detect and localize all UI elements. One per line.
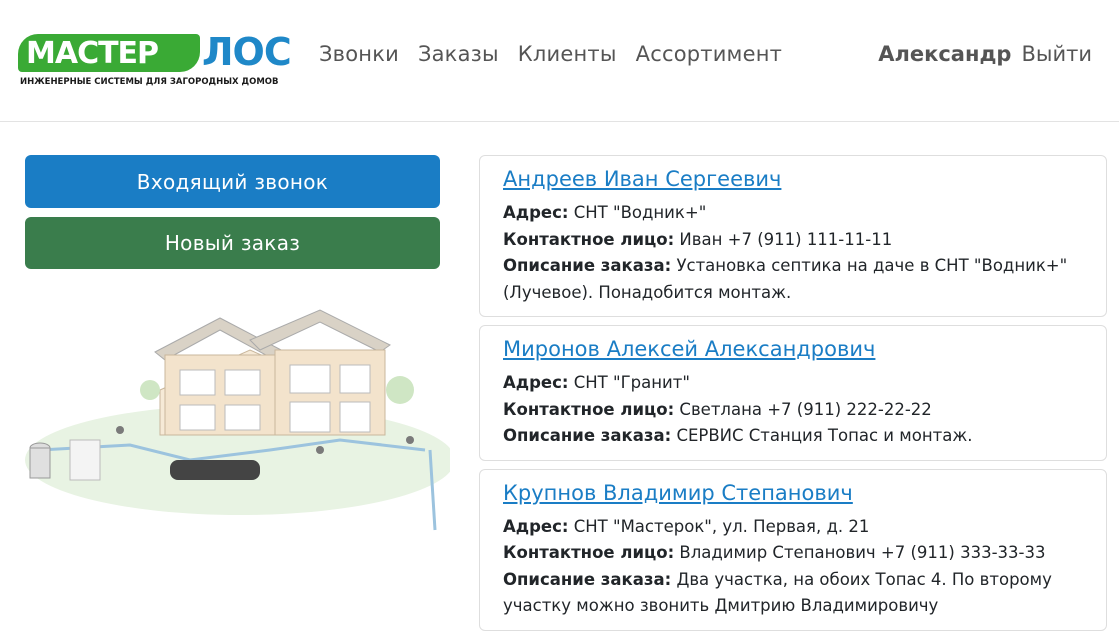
- description-label: Описание заказа:: [503, 426, 672, 445]
- incoming-call-button[interactable]: Входящий звонок: [25, 155, 440, 208]
- header: МАСТЕР ЛОС ИНЖЕНЕРНЫЕ СИСТЕМЫ ДЛЯ ЗАГОРО…: [0, 0, 1119, 122]
- logo-brand-right: ЛОС: [202, 30, 292, 74]
- main-nav: Звонки Заказы Клиенты Ассортимент: [319, 42, 782, 66]
- nav-item-clients[interactable]: Клиенты: [518, 42, 617, 66]
- client-card: Миронов Алексей Александрович Адрес: СНТ…: [479, 325, 1107, 461]
- address-value: СНТ "Мастерок", ул. Первая, д. 21: [573, 516, 870, 536]
- description-label: Описание заказа:: [503, 569, 672, 589]
- contact-label: Контактное лицо:: [503, 399, 675, 419]
- client-address: Адрес: СНТ "Гранит": [503, 370, 1084, 397]
- address-value: СНТ "Водник+": [573, 203, 707, 222]
- contact-value: Светлана +7 (911) 222-22-22: [679, 399, 932, 419]
- contact-value: Иван +7 (911) 111-11-11: [679, 229, 893, 249]
- nav-item-calls[interactable]: Звонки: [319, 42, 399, 66]
- user-panel: Александр Выйти: [878, 42, 1092, 66]
- description-label: Описание заказа:: [503, 256, 672, 275]
- logo-tagline: ИНЖЕНЕРНЫЕ СИСТЕМЫ ДЛЯ ЗАГОРОДНЫХ ДОМОВ: [20, 77, 279, 87]
- house-illustration: [25, 309, 450, 531]
- contact-label: Контактное лицо:: [503, 543, 675, 562]
- address-label: Адрес:: [503, 203, 569, 222]
- contact-label: Контактное лицо:: [503, 229, 675, 249]
- logo[interactable]: МАСТЕР ЛОС ИНЖЕНЕРНЫЕ СИСТЕМЫ ДЛЯ ЗАГОРО…: [16, 30, 296, 92]
- client-description: Описание заказа: Установка септика на да…: [503, 253, 1084, 306]
- new-order-button[interactable]: Новый заказ: [25, 217, 440, 269]
- client-name-link[interactable]: Андреев Иван Сергеевич: [503, 164, 781, 194]
- nav-item-assortment[interactable]: Ассортимент: [636, 42, 782, 66]
- client-list: Андреев Иван Сергеевич Адрес: СНТ "Водни…: [479, 155, 1107, 639]
- client-description: Описание заказа: СЕРВИС Станция Топас и …: [503, 423, 1084, 450]
- client-name-link[interactable]: Крупнов Владимир Степанович: [503, 478, 853, 508]
- client-address: Адрес: СНТ "Мастерок", ул. Первая, д. 21: [503, 514, 1084, 541]
- client-contact: Контактное лицо: Иван +7 (911) 111-11-11: [503, 227, 1084, 254]
- address-label: Адрес:: [503, 373, 569, 392]
- address-label: Адрес:: [503, 516, 569, 536]
- nav-item-orders[interactable]: Заказы: [418, 42, 499, 66]
- description-value: СЕРВИС Станция Топас и монтаж.: [676, 426, 973, 445]
- address-value: СНТ "Гранит": [573, 373, 690, 392]
- client-name-link[interactable]: Миронов Алексей Александрович: [503, 334, 875, 364]
- client-contact: Контактное лицо: Владимир Степанович +7 …: [503, 540, 1084, 567]
- client-address: Адрес: СНТ "Водник+": [503, 200, 1084, 227]
- logout-link[interactable]: Выйти: [1021, 42, 1092, 66]
- client-card: Андреев Иван Сергеевич Адрес: СНТ "Водни…: [479, 155, 1107, 317]
- client-card: Крупнов Владимир Степанович Адрес: СНТ "…: [479, 468, 1107, 631]
- logo-brand-left: МАСТЕР: [26, 36, 159, 71]
- client-contact: Контактное лицо: Светлана +7 (911) 222-2…: [503, 397, 1084, 424]
- client-description: Описание заказа: Два участка, на обоих Т…: [503, 567, 1084, 620]
- contact-value: Владимир Степанович +7 (911) 333-33-33: [679, 543, 1046, 562]
- user-name: Александр: [878, 42, 1012, 66]
